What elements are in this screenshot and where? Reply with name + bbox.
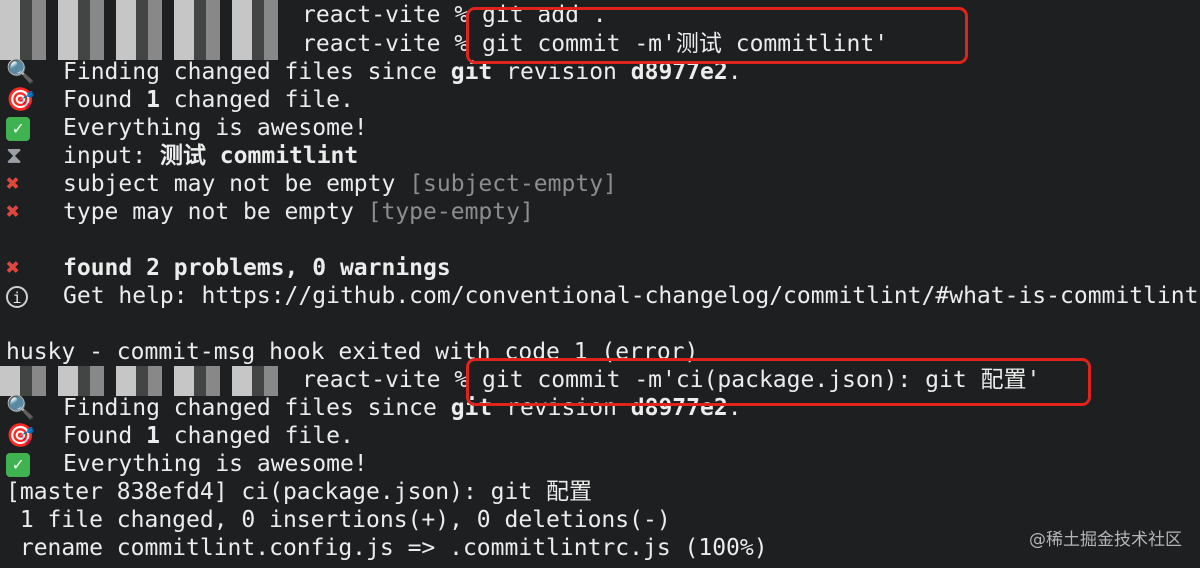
output-line: ⧗ input: 测试 commitlint	[6, 142, 358, 170]
terminal-window[interactable]: react-vite % git add . react-vite % git …	[0, 0, 1200, 568]
output-text: changed file.	[159, 423, 354, 449]
output-text: subject may not be empty	[63, 171, 410, 197]
output-bold: 1	[146, 87, 160, 113]
prompt-text: react-vite %	[302, 2, 483, 28]
output-text: Everything is awesome!	[63, 451, 368, 477]
output-bold: found 2 problems, 0 warnings	[63, 255, 451, 281]
output-text: Everything is awesome!	[63, 115, 368, 141]
output-line: i Get help: https://github.com/convention…	[6, 282, 1198, 310]
output-bold: 1	[146, 423, 160, 449]
highlight-box	[466, 7, 968, 64]
output-text: rename commitlint.config.js => .commitli…	[6, 535, 768, 561]
rule-tag: [subject-empty]	[409, 171, 617, 197]
output-bold: 测试 commitlint	[159, 143, 359, 169]
check-icon: ✓	[6, 452, 30, 477]
cross-icon: ✖	[6, 255, 20, 281]
magnifier-icon: 🔍	[6, 395, 35, 421]
target-icon: 🎯	[6, 87, 35, 113]
output-line: ✖ found 2 problems, 0 warnings	[6, 254, 451, 282]
output-text: input:	[63, 143, 160, 169]
output-line: 🎯 Found 1 changed file.	[6, 422, 354, 450]
output-line: rename commitlint.config.js => .commitli…	[6, 534, 768, 562]
check-icon: ✓	[6, 116, 30, 141]
cross-icon: ✖	[6, 199, 20, 225]
info-icon: i	[6, 285, 28, 308]
output-text: Found	[63, 87, 147, 113]
prompt-text: react-vite %	[302, 367, 483, 393]
redacted-hostname	[0, 366, 290, 396]
output-text: changed file.	[159, 87, 354, 113]
output-text: Finding changed files since	[63, 395, 451, 421]
output-line: ✖ type may not be empty [type-empty]	[6, 198, 534, 226]
output-line: 🎯 Found 1 changed file.	[6, 86, 354, 114]
target-icon: 🎯	[6, 423, 35, 449]
output-text: Finding changed files since	[63, 59, 451, 85]
magnifier-icon: 🔍	[6, 59, 35, 85]
redacted-hostname	[0, 0, 290, 30]
rule-tag: [type-empty]	[367, 199, 534, 225]
output-line: 1 file changed, 0 insertions(+), 0 delet…	[6, 506, 671, 534]
output-text: Get help: https://github.com/conventiona…	[63, 283, 1199, 309]
output-text: 1 file changed, 0 insertions(+), 0 delet…	[6, 507, 671, 533]
output-text: type may not be empty	[63, 199, 368, 225]
output-line: ✓ Everything is awesome!	[6, 114, 368, 142]
output-text: Found	[63, 423, 147, 449]
redacted-hostname	[0, 30, 290, 60]
output-line: ✓ Everything is awesome!	[6, 450, 368, 478]
cross-icon: ✖	[6, 171, 20, 197]
output-line: ✖ subject may not be empty [subject-empty…	[6, 170, 617, 198]
highlight-box	[466, 358, 1091, 406]
prompt-text: react-vite %	[302, 31, 483, 57]
hourglass-icon: ⧗	[6, 143, 23, 169]
watermark: @稀土掘金技术社区	[1029, 530, 1182, 550]
output-line: [master 838efd4] ci(package.json): git 配…	[6, 478, 592, 506]
output-text: [master 838efd4] ci(package.json): git 配…	[6, 479, 593, 505]
